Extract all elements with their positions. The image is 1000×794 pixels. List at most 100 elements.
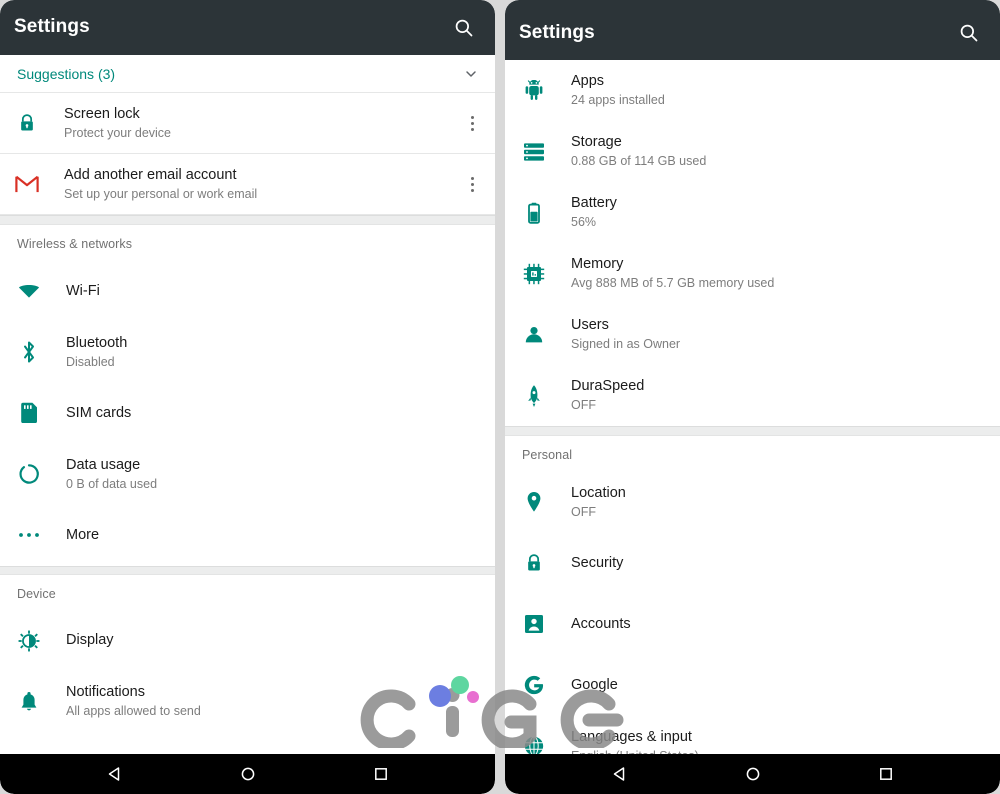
- item-title: Location: [571, 484, 626, 501]
- suggestion-subtitle: Set up your personal or work email: [64, 186, 258, 201]
- settings-item-memory[interactable]: Memory Avg 888 MB of 5.7 GB memory used: [505, 243, 1000, 304]
- item-title: DuraSpeed: [571, 378, 645, 394]
- screenshot-stage: Settings Suggestions (3) Screen lock Pro…: [0, 0, 1000, 794]
- left-app-bar: Settings: [0, 0, 495, 55]
- item-title: Google: [571, 676, 618, 693]
- right-app-bar: Settings: [505, 0, 1000, 60]
- right-settings-list[interactable]: Apps 24 apps installed Storage 0.88 GB o…: [505, 60, 1000, 754]
- left-settings-list[interactable]: Suggestions (3) Screen lock Protect your…: [0, 55, 495, 754]
- left-navigation-bar: [0, 754, 495, 794]
- item-title: Wi-Fi: [66, 282, 100, 299]
- suggestion-title: Screen lock: [64, 105, 140, 122]
- settings-item-security[interactable]: Security: [505, 533, 1000, 594]
- section-divider: [505, 426, 1000, 436]
- item-title: Languages & input: [571, 728, 692, 745]
- duraspeed-icon: [517, 384, 551, 408]
- back-triangle-icon[interactable]: [609, 763, 631, 785]
- settings-item-sim-cards[interactable]: SIM cards: [0, 383, 495, 444]
- settings-item-bluetooth[interactable]: Bluetooth Disabled: [0, 322, 495, 383]
- right-phone-screen: Settings Apps 24 apps installed Storage …: [505, 0, 1000, 794]
- globe-icon: [517, 735, 551, 754]
- home-circle-icon[interactable]: [742, 763, 764, 785]
- chevron-down-icon[interactable]: [463, 66, 479, 82]
- item-title: More: [66, 526, 100, 543]
- settings-item-notifications[interactable]: Notifications All apps allowed to send: [0, 671, 495, 732]
- settings-item-apps[interactable]: Apps 24 apps installed: [505, 60, 1000, 121]
- settings-item-duraspeed[interactable]: DuraSpeed OFF: [505, 365, 1000, 426]
- settings-item-languages-input[interactable]: Languages & input English (United States…: [505, 716, 1000, 754]
- section-divider: [0, 565, 495, 575]
- item-title: Notifications: [66, 684, 145, 700]
- account-box-icon: [517, 614, 551, 634]
- suggestions-header[interactable]: Suggestions (3): [0, 55, 495, 93]
- home-circle-icon[interactable]: [237, 763, 259, 785]
- notifications-icon: [12, 691, 46, 713]
- battery-icon: [517, 202, 551, 224]
- section-header-wireless: Wireless & networks: [17, 237, 133, 251]
- item-subtitle: 0.88 GB of 114 GB used: [571, 154, 707, 169]
- item-subtitle: OFF: [571, 398, 596, 413]
- item-title: Security: [571, 554, 624, 571]
- item-title: Display: [66, 632, 114, 649]
- suggestion-text: Add another email account Set up your pe…: [44, 166, 459, 203]
- settings-item-users[interactable]: Users Signed in as Owner: [505, 304, 1000, 365]
- recents-square-icon[interactable]: [370, 763, 392, 785]
- memory-icon: [517, 263, 551, 285]
- more-vertical-icon[interactable]: [459, 115, 485, 131]
- item-title: Apps: [571, 73, 605, 89]
- android-apps-icon: [517, 79, 551, 102]
- settings-item-data-usage[interactable]: Data usage 0 B of data used: [0, 444, 495, 505]
- item-subtitle: All apps allowed to send: [66, 704, 201, 719]
- settings-item-display[interactable]: Display: [0, 610, 495, 671]
- settings-item-wifi[interactable]: Wi-Fi: [0, 261, 495, 322]
- bluetooth-icon: [12, 340, 46, 364]
- wifi-icon: [12, 283, 46, 299]
- suggestion-text: Screen lock Protect your device: [44, 105, 459, 142]
- sim-card-icon: [12, 402, 46, 424]
- suggestions-label: Suggestions (3): [17, 65, 116, 82]
- item-subtitle: 56%: [571, 215, 597, 230]
- item-subtitle: 24 apps installed: [571, 93, 665, 108]
- back-triangle-icon[interactable]: [104, 763, 126, 785]
- display-icon: [12, 630, 46, 652]
- item-title: Storage: [571, 134, 622, 150]
- search-icon[interactable]: [958, 22, 980, 44]
- google-g-icon: [517, 674, 551, 696]
- storage-icon: [517, 142, 551, 162]
- item-title: Memory: [571, 256, 624, 272]
- settings-item-google[interactable]: Google: [505, 655, 1000, 716]
- settings-item-battery[interactable]: Battery 56%: [505, 182, 1000, 243]
- settings-item-accounts[interactable]: Accounts: [505, 594, 1000, 655]
- more-horizontal-icon: [12, 531, 46, 539]
- item-title: Accounts: [571, 615, 631, 632]
- item-title: SIM cards: [66, 404, 132, 421]
- left-phone-screen: Settings Suggestions (3) Screen lock Pro…: [0, 0, 495, 794]
- item-title: Users: [571, 317, 609, 333]
- right-app-title: Settings: [519, 22, 595, 43]
- suggestion-screen-lock[interactable]: Screen lock Protect your device: [0, 93, 495, 154]
- item-subtitle: Signed in as Owner: [571, 337, 681, 352]
- item-title: Sound: [66, 753, 485, 754]
- lock-icon: [517, 552, 551, 574]
- user-icon: [517, 325, 551, 345]
- item-subtitle: Disabled: [66, 354, 115, 369]
- left-app-title: Settings: [14, 15, 90, 37]
- suggestion-subtitle: Protect your device: [64, 125, 171, 140]
- item-title: Data usage: [66, 456, 141, 473]
- lock-icon: [10, 112, 44, 134]
- search-icon[interactable]: [453, 17, 475, 39]
- settings-item-location[interactable]: Location OFF: [505, 472, 1000, 533]
- data-usage-icon: [12, 463, 46, 485]
- section-header-device: Device: [17, 586, 56, 601]
- item-title: Bluetooth: [66, 334, 128, 351]
- recents-square-icon[interactable]: [875, 763, 897, 785]
- suggestion-add-email[interactable]: Add another email account Set up your pe…: [0, 154, 495, 215]
- item-subtitle: Avg 888 MB of 5.7 GB memory used: [571, 276, 775, 291]
- item-subtitle: 0 B of data used: [66, 476, 158, 491]
- settings-item-storage[interactable]: Storage 0.88 GB of 114 GB used: [505, 121, 1000, 182]
- item-title: Battery: [571, 195, 617, 211]
- more-vertical-icon[interactable]: [459, 176, 485, 192]
- right-navigation-bar: [505, 754, 1000, 794]
- settings-item-sound[interactable]: Sound: [0, 732, 495, 754]
- settings-item-more[interactable]: More: [0, 505, 495, 566]
